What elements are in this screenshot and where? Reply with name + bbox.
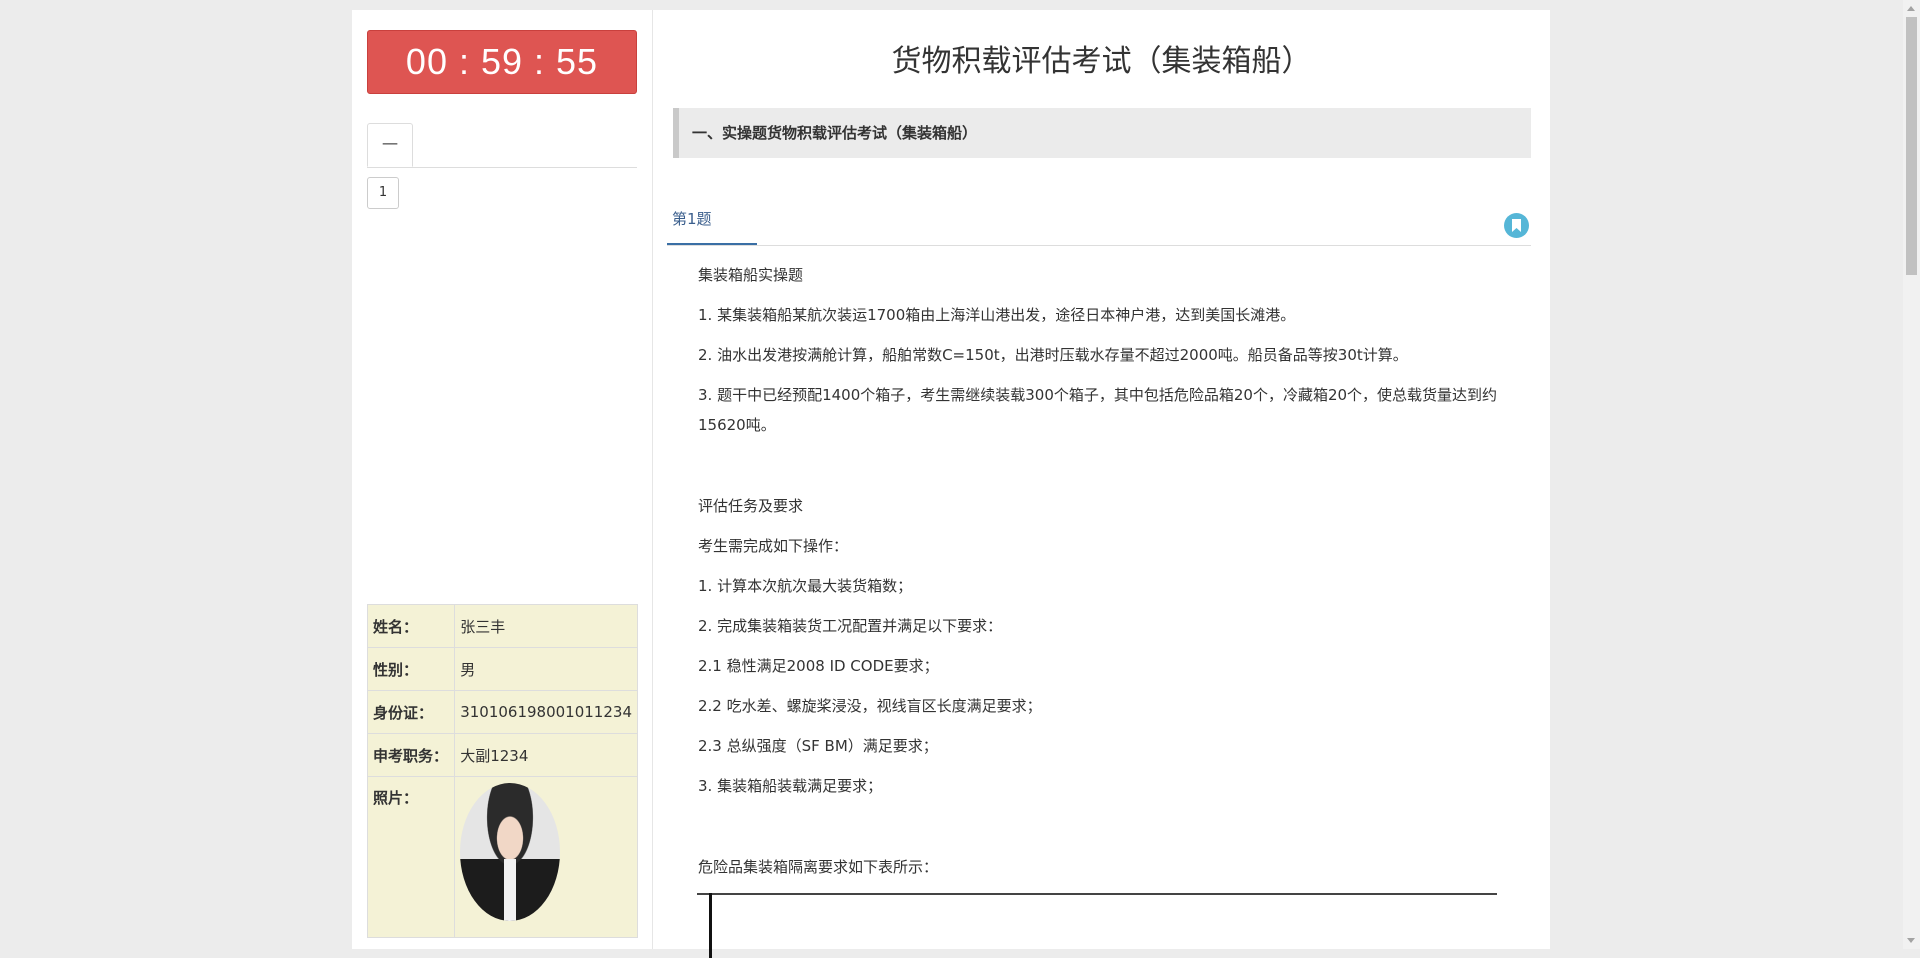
table-top-border xyxy=(697,893,1497,895)
info-key: 照片： xyxy=(366,776,456,938)
info-value-gender: 男 xyxy=(454,647,638,691)
task-item: 1. 计算本次航次最大装货箱数； xyxy=(698,577,913,595)
scroll-up-arrow-icon[interactable] xyxy=(1907,6,1915,11)
dg-note: 危险品集装箱隔离要求如下表所示： xyxy=(698,858,939,876)
info-row-photo: 照片： xyxy=(366,776,638,938)
task-item: 2.2 吃水差、螺旋桨浸没，视线盲区长度满足要求； xyxy=(698,697,1042,715)
question-label-tab[interactable]: 第1题 xyxy=(667,207,757,245)
segregation-table-image xyxy=(697,883,1497,958)
content-paragraph: 1. 某集装箱船某航次装运1700箱由上海洋山港出发，途径日本神户港，达到美国长… xyxy=(698,306,1296,324)
info-row-id: 身份证： 310106198001011234 xyxy=(366,690,638,734)
countdown-timer: 00 : 59 : 55 xyxy=(367,30,637,94)
info-value-position: 大副1234 xyxy=(454,733,638,777)
bookmark-icon[interactable] xyxy=(1504,213,1529,238)
question-1-button[interactable]: 1 xyxy=(367,177,399,209)
photo-cell xyxy=(454,776,638,938)
candidate-photo xyxy=(460,783,561,921)
task-item: 2.1 稳性满足2008 ID CODE要求； xyxy=(698,657,939,675)
exam-title: 货物积载评估考试（集装箱船） xyxy=(891,44,1312,79)
info-key: 身份证： xyxy=(366,690,456,734)
info-row-name: 姓名： 张三丰 xyxy=(366,604,638,648)
info-row-gender: 性别： 男 xyxy=(366,647,638,691)
task-item: 2. 完成集装箱装货工况配置并满足以下要求： xyxy=(698,617,1003,635)
exam-page: 00 : 59 : 55 一 1 姓名： 张三丰 性别： 男 身份证： 3101… xyxy=(352,10,1550,949)
content-paragraph: 集装箱船实操题 xyxy=(698,266,804,284)
scrollbar-thumb[interactable] xyxy=(1906,17,1917,275)
table-left-border xyxy=(709,893,712,958)
question-content: 集装箱船实操题 1. 某集装箱船某航次装运1700箱由上海洋山港出发，途径日本神… xyxy=(698,255,1528,887)
info-value-name: 张三丰 xyxy=(454,604,638,648)
tab-group-1[interactable]: 一 xyxy=(367,123,413,167)
question-header: 第1题 xyxy=(667,207,1531,246)
left-panel: 00 : 59 : 55 一 1 姓名： 张三丰 性别： 男 身份证： 3101… xyxy=(352,10,653,949)
content-paragraph: 2. 油水出发港按满舱计算，船舶常数C=150t，出港时压载水存量不超过2000… xyxy=(698,346,1408,364)
page-scrollbar[interactable] xyxy=(1903,0,1920,949)
info-key: 性别： xyxy=(366,647,456,691)
task-item: 2.3 总纵强度（SF BM）满足要求； xyxy=(698,737,938,755)
candidate-info-table: 姓名： 张三丰 性别： 男 身份证： 310106198001011234 申考… xyxy=(366,604,638,938)
question-group-tabs: 一 xyxy=(367,123,637,168)
section-header: 一、实操题货物积载评估考试（集装箱船） xyxy=(673,108,1531,158)
info-row-position: 申考职务： 大副1234 xyxy=(366,733,638,777)
info-value-id: 310106198001011234 xyxy=(454,690,638,734)
task-item: 3. 集装箱船装载满足要求； xyxy=(698,777,883,795)
info-key: 姓名： xyxy=(366,604,456,648)
scroll-down-arrow-icon[interactable] xyxy=(1907,938,1915,943)
tasks-title: 评估任务及要求 xyxy=(698,497,804,515)
task-item: 考生需完成如下操作： xyxy=(698,537,849,555)
photo-shirt-detail xyxy=(504,859,517,921)
info-key: 申考职务： xyxy=(366,733,456,777)
content-paragraph: 3. 题干中已经预配1400个箱子，考生需继续装载300个箱子，其中包括危险品箱… xyxy=(698,386,1498,434)
main-panel: 货物积载评估考试（集装箱船） 一、实操题货物积载评估考试（集装箱船） 第1题 集… xyxy=(653,10,1550,949)
